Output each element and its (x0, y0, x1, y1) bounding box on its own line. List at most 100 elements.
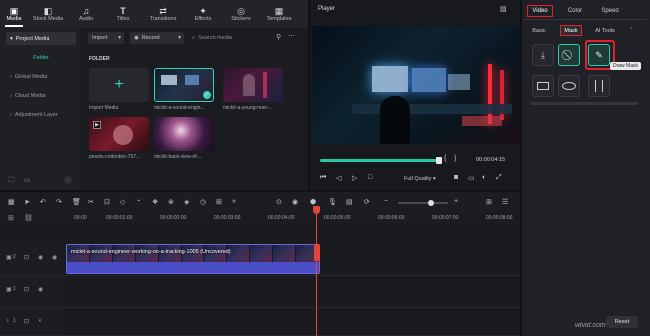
play-icon[interactable]: ▷ (352, 174, 357, 182)
more-tools-icon[interactable]: » (232, 198, 236, 205)
speed-icon[interactable]: ◔ (136, 198, 140, 205)
prev-frame-icon[interactable]: ⏮ (320, 174, 326, 182)
chevron-right-icon[interactable]: › (630, 26, 632, 32)
redo-icon[interactable]: ↷ (56, 198, 62, 206)
stabilize-icon[interactable]: ⊗ (168, 198, 174, 206)
lock-icon[interactable]: ⊡ (24, 318, 29, 325)
grid-icon[interactable]: ⊞ (486, 198, 492, 206)
toolbar-audio[interactable]: ♫ Audio (68, 0, 104, 28)
record-dropdown[interactable]: ◉ Record ▾ (130, 32, 184, 44)
eye-icon[interactable]: ◉ (38, 286, 43, 293)
snapshot-timeline-icon[interactable]: ◉ (292, 198, 298, 206)
layout-icon[interactable]: ▦ (8, 198, 15, 206)
sidebar-item-cloud-media[interactable]: › Cloud Media (6, 89, 76, 102)
toolbar-stock-media[interactable]: ◧ Stock Media (28, 0, 68, 28)
scrubber-handle[interactable] (436, 157, 442, 164)
media-thumbnail[interactable]: ▶ (89, 117, 149, 151)
player-scrubber[interactable] (320, 157, 442, 164)
lock-icon[interactable]: ⊡ (24, 254, 29, 261)
split-icon[interactable]: ✂ (88, 198, 94, 206)
color-icon[interactable]: ❖ (152, 198, 158, 206)
stop-icon[interactable]: □ (368, 174, 372, 181)
quality-dropdown[interactable]: Full Quality ▾ (404, 176, 436, 182)
add-track-icon[interactable]: ⊞ (8, 214, 14, 222)
keyframe-icon[interactable]: ◈ (184, 198, 189, 206)
eye-icon[interactable]: ◉ (38, 254, 43, 261)
mark-in-icon[interactable]: { (444, 155, 446, 162)
import-media-tile[interactable]: + (89, 68, 149, 102)
eye-icon[interactable]: ◉ (52, 254, 57, 261)
list-icon[interactable]: ☰ (502, 198, 508, 206)
audio-meter-icon[interactable]: ⊞ (216, 198, 222, 206)
camera-icon[interactable]: ◙ (454, 174, 458, 181)
media-thumbnail[interactable] (154, 117, 214, 151)
lock-icon[interactable]: ⊡ (24, 286, 29, 293)
mask-import[interactable]: ⤓ (532, 44, 554, 66)
caption-icon[interactable]: ▤ (346, 198, 353, 206)
collapse-icon[interactable]: ‹ (64, 176, 72, 184)
media-thumbnail[interactable] (223, 68, 283, 102)
import-dropdown[interactable]: Import ▾ (88, 32, 124, 44)
tag-icon[interactable]: ◇ (120, 198, 125, 206)
mark-out-icon[interactable]: } (454, 155, 456, 162)
toolbar-titles[interactable]: T Titles (104, 0, 142, 28)
toolbar-transitions[interactable]: ⇄ Transitions (142, 0, 184, 28)
mask-none[interactable]: ⃠ (558, 44, 580, 66)
more-options-icon[interactable]: ⋯ (288, 32, 295, 40)
timeline-clip[interactable]: mickit-a-sound-engineer-working-on-a-tra… (66, 244, 320, 274)
subtab-mask[interactable]: Mask (560, 25, 582, 36)
crop-icon[interactable]: ⊡ (104, 198, 110, 206)
link-icon[interactable]: ⛓ (24, 214, 33, 222)
new-folder-icon[interactable]: 🗀 (8, 176, 15, 187)
speaker-icon[interactable]: ◖ (38, 318, 42, 324)
ruler-tick-label: 00:00:06:00 (378, 215, 405, 221)
zoom-in-icon[interactable]: + (454, 198, 458, 205)
sidebar-item-global-media[interactable]: › Global Media (6, 70, 76, 83)
delete-icon[interactable]: 🗑 (72, 198, 81, 206)
search-input[interactable]: ⌕ Search media (192, 32, 274, 44)
fullscreen-icon[interactable]: ⤢ (496, 174, 502, 182)
tab-video[interactable]: Video (527, 5, 553, 17)
step-back-icon[interactable]: ◁ (336, 174, 341, 182)
zoom-out-icon[interactable]: − (384, 198, 388, 205)
shield-icon[interactable]: ⬢ (310, 198, 316, 206)
playhead-handle[interactable] (313, 206, 320, 214)
sidebar-item-folder[interactable]: Folder (6, 51, 76, 64)
folder-import-icon[interactable]: ▭ (24, 176, 31, 184)
mask-ellipse[interactable] (558, 75, 580, 97)
tab-speed[interactable]: Speed (597, 5, 623, 17)
toolbar-templates[interactable]: ▦ Templates (260, 0, 298, 28)
volume-icon[interactable]: ◐ (482, 174, 486, 181)
sidebar-item-adjustment-layer[interactable]: › Adjustment Layer (6, 108, 76, 121)
toolbar-effects[interactable]: ✦ Effects (184, 0, 222, 28)
auto-icon[interactable]: ⟳ (364, 198, 370, 206)
empty-track[interactable] (64, 276, 520, 308)
reset-button[interactable]: Reset (606, 316, 638, 328)
mask-scrollbar[interactable] (530, 102, 638, 105)
sidebar-item-project-media[interactable]: ▾ Project Media (6, 32, 76, 45)
undo-icon[interactable]: ↶ (40, 198, 46, 206)
toolbar-stickers[interactable]: ◎ Stickers (222, 0, 260, 28)
playhead-line[interactable] (316, 208, 317, 336)
mask-rectangle[interactable] (532, 75, 554, 97)
timer-icon[interactable]: ◷ (200, 198, 206, 206)
video-preview[interactable] (312, 26, 520, 144)
audio-track[interactable] (64, 308, 520, 336)
toolbar-media[interactable]: ▣ Media (0, 0, 28, 28)
zoom-slider[interactable] (398, 200, 448, 206)
timeline-ruler[interactable]: ⊞ ⛓ 00:00 00:00:01:00 00:00:02:00 00:00:… (0, 212, 520, 224)
media-toolbar: ▣ Media ◧ Stock Media ♫ Audio T Titles ⇄… (0, 0, 308, 28)
mask-line[interactable] (588, 75, 610, 97)
tab-color[interactable]: Color (562, 5, 588, 17)
clip-trim-handle[interactable] (314, 244, 320, 261)
subtab-ai-tools[interactable]: AI Tools (590, 25, 620, 36)
subtab-basic[interactable]: Basic (528, 25, 550, 36)
zoom-handle[interactable] (428, 200, 434, 206)
filter-icon[interactable]: ⚲ (276, 33, 281, 41)
snapshot-icon[interactable]: ▨ (500, 5, 507, 13)
display-icon[interactable]: ▭ (468, 174, 475, 182)
mic-icon[interactable]: 🎙 (328, 198, 337, 206)
pointer-icon[interactable]: ➤ (24, 198, 30, 206)
render-icon[interactable]: ⊙ (276, 198, 282, 206)
media-thumbnail[interactable]: ✓ (154, 68, 214, 102)
